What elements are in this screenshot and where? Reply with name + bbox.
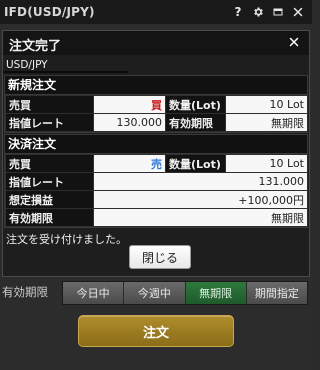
- table-cell: 有効期限: [165, 113, 226, 132]
- new-order-title: 新規注文: [5, 76, 307, 95]
- expiry-option-this-week[interactable]: 今週中: [124, 282, 186, 304]
- limit-rate-value: 131.000: [93, 172, 308, 191]
- order-button[interactable]: 注文: [78, 315, 234, 347]
- dialog-title: 注文完了: [9, 39, 62, 54]
- app-title: IFD(USD/JPY): [4, 5, 95, 19]
- table-cell: 数量(Lot): [165, 95, 226, 114]
- settle-order-table: 売買 売 数量(Lot) 10 Lot 指値レート 131.000 想定損益 +…: [5, 154, 308, 227]
- dialog-header: 注文完了: [3, 31, 309, 55]
- new-order-section: 新規注文 売買 買 数量(Lot) 10 Lot 指値レート 130.000 有…: [4, 75, 308, 133]
- table-cell: 数量(Lot): [165, 154, 226, 173]
- table-row: 売買 買 数量(Lot) 10 Lot: [5, 95, 308, 114]
- table-cell: 有効期限: [5, 208, 94, 227]
- table-row: 売買 売 数量(Lot) 10 Lot: [5, 154, 308, 173]
- close-button[interactable]: 閉じる: [129, 245, 191, 269]
- settle-order-title: 決済注文: [5, 135, 307, 154]
- expected-pnl-value: +100,000円: [93, 190, 308, 209]
- expiry-option-specify-period[interactable]: 期間指定: [246, 282, 307, 304]
- table-cell: 指値レート: [5, 113, 94, 132]
- gear-icon[interactable]: [250, 4, 266, 20]
- quantity-value: 10 Lot: [225, 95, 308, 114]
- buy-sell-value: 売: [93, 154, 166, 173]
- expiry-option-no-expiry[interactable]: 無期限: [185, 282, 247, 304]
- expiry-row: 有効期限 今日中 今週中 無期限 期間指定: [0, 281, 312, 305]
- close-icon[interactable]: [290, 4, 306, 20]
- new-order-table: 売買 買 数量(Lot) 10 Lot 指値レート 130.000 有効期限 無…: [5, 95, 308, 132]
- table-cell: 売買: [5, 154, 94, 173]
- expiry-value: 無期限: [225, 113, 308, 132]
- table-cell: 想定損益: [5, 190, 94, 209]
- pair-divider: [3, 71, 128, 73]
- window-icon[interactable]: [270, 4, 286, 20]
- table-row: 想定損益 +100,000円: [5, 190, 308, 209]
- currency-pair: USD/JPY: [6, 59, 48, 71]
- table-row: 指値レート 130.000 有効期限 無期限: [5, 113, 308, 132]
- expiry-option-today[interactable]: 今日中: [63, 282, 125, 304]
- confirmation-message: 注文を受け付けました。: [6, 233, 127, 246]
- help-icon[interactable]: ?: [230, 4, 246, 20]
- settle-order-section: 決済注文 売買 売 数量(Lot) 10 Lot 指値レート 131.000 想…: [4, 134, 308, 228]
- table-row: 指値レート 131.000: [5, 172, 308, 191]
- dialog-close-icon[interactable]: [285, 33, 303, 51]
- expiry-value: 無期限: [93, 208, 308, 227]
- expiry-label: 有効期限: [2, 285, 48, 299]
- title-bar: IFD(USD/JPY) ?: [0, 0, 312, 24]
- table-cell: 指値レート: [5, 172, 94, 191]
- quantity-value: 10 Lot: [225, 154, 308, 173]
- window-controls: ?: [230, 0, 306, 24]
- table-row: 有効期限 無期限: [5, 208, 308, 227]
- buy-sell-value: 買: [93, 95, 166, 114]
- order-complete-dialog: 注文完了 USD/JPY 新規注文 売買 買 数量(Lot) 10 Lot 指値…: [2, 30, 310, 277]
- table-cell: 売買: [5, 95, 94, 114]
- expiry-segmented-control: 今日中 今週中 無期限 期間指定: [62, 281, 308, 305]
- limit-rate-value: 130.000: [93, 113, 166, 132]
